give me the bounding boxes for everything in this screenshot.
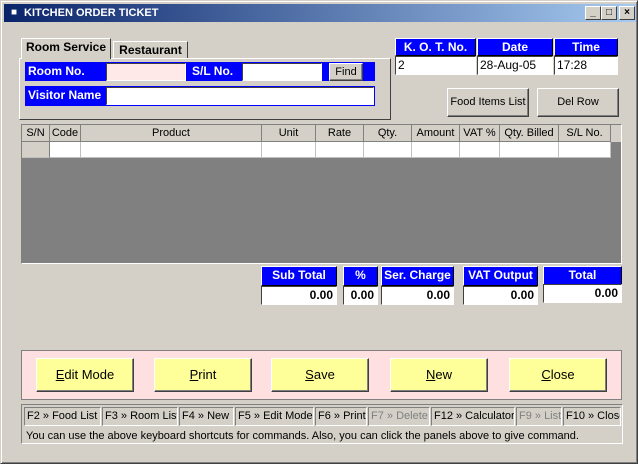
shortcut-delete: F7 » Delete	[368, 407, 430, 426]
close-mnemonic: C	[541, 367, 551, 382]
col-header-qty[interactable]: Qty.	[364, 125, 412, 142]
shortcut-new[interactable]: F4 » New	[179, 407, 234, 426]
new-mnemonic: N	[425, 367, 436, 382]
table-cell[interactable]	[460, 142, 500, 158]
new-button[interactable]: New	[390, 358, 488, 392]
minimize-button[interactable]: _	[585, 6, 601, 20]
room-service-panel: Room No. S/L No. Find Visitor Name	[19, 58, 391, 120]
find-button[interactable]: Find	[329, 63, 363, 81]
app-icon: ■	[10, 7, 18, 18]
vat-output-value: 0.00	[463, 286, 538, 305]
col-header-product[interactable]: Product	[81, 125, 262, 142]
table-cell[interactable]	[316, 142, 364, 158]
table-cell[interactable]	[22, 142, 50, 158]
tab-restaurant[interactable]: Restaurant	[113, 41, 188, 59]
col-header-vat[interactable]: VAT %	[460, 125, 500, 142]
date-value: 28-Aug-05	[477, 56, 553, 75]
table-cell[interactable]	[81, 142, 262, 158]
tab-room-service[interactable]: Room Service	[21, 38, 111, 59]
table-cell[interactable]	[412, 142, 460, 158]
table-cell[interactable]	[50, 142, 81, 158]
window-title: KITCHEN ORDER TICKET	[24, 7, 159, 19]
percent-value[interactable]: 0.00	[343, 286, 378, 305]
shortcut-edit-mode[interactable]: F5 » Edit Mode	[235, 407, 314, 426]
col-header-code[interactable]: Code	[50, 125, 81, 142]
close-window-button[interactable]: ×	[619, 6, 635, 20]
visitor-name-label: Visitor Name	[28, 88, 102, 102]
order-items-grid[interactable]: S/N Code Product Unit Rate Qty. Amount V…	[21, 124, 622, 264]
col-header-amount[interactable]: Amount	[412, 125, 460, 142]
print-button[interactable]: Print	[154, 358, 252, 392]
kot-no-value: 2	[395, 56, 476, 75]
ser-charge-label: Ser. Charge	[381, 266, 454, 286]
close-button[interactable]: Close	[509, 358, 607, 392]
vat-output-label: VAT Output	[463, 266, 538, 286]
shortcut-print[interactable]: F6 » Print	[315, 407, 367, 426]
table-cell[interactable]	[364, 142, 412, 158]
print-mnemonic: P	[189, 367, 199, 382]
shortcut-food-list[interactable]: F2 » Food List	[24, 407, 101, 426]
app-window: ■ KITCHEN ORDER TICKET _ □ × Room Servic…	[0, 0, 638, 464]
new-label: ew	[435, 367, 452, 382]
col-header-sn[interactable]: S/N	[22, 125, 50, 142]
save-label: ave	[313, 367, 335, 382]
table-cell[interactable]	[262, 142, 316, 158]
time-value: 17:28	[554, 56, 618, 75]
sub-total-value: 0.00	[261, 286, 337, 305]
room-no-input[interactable]	[106, 63, 186, 81]
total-value: 0.00	[543, 284, 622, 303]
food-items-list-button[interactable]: Food Items List	[447, 88, 529, 117]
title-bar: ■ KITCHEN ORDER TICKET _ □ ×	[4, 4, 636, 22]
col-header-unit[interactable]: Unit	[262, 125, 316, 142]
sl-no-label: S/L No.	[192, 64, 234, 78]
maximize-button[interactable]: □	[601, 6, 617, 20]
shortcut-room-list[interactable]: F3 » Room List	[102, 407, 178, 426]
save-button[interactable]: Save	[271, 358, 369, 392]
shortcut-hint-text: You can use the above keyboard shortcuts…	[26, 430, 579, 442]
shortcut-calculator[interactable]: F12 » Calculator	[431, 407, 515, 426]
action-panel: Edit Mode Print Save New Close	[21, 350, 622, 400]
del-row-button[interactable]: Del Row	[537, 88, 619, 117]
ser-charge-value: 0.00	[381, 286, 454, 305]
grid-header: S/N Code Product Unit Rate Qty. Amount V…	[22, 125, 621, 142]
total-label: Total	[543, 266, 622, 286]
room-no-label: Room No.	[28, 64, 85, 78]
date-label: Date	[477, 38, 553, 56]
sub-total-label: Sub Total	[261, 266, 337, 286]
close-label: lose	[550, 367, 575, 382]
time-label: Time	[554, 38, 618, 56]
sl-no-input[interactable]	[242, 63, 322, 81]
shortcut-list: F9 » List	[516, 407, 562, 426]
edit-mode-label: dit Mode	[64, 367, 115, 382]
col-header-sl-no[interactable]: S/L No.	[559, 125, 611, 142]
percent-label: %	[343, 266, 378, 286]
edit-mode-button[interactable]: Edit Mode	[36, 358, 134, 392]
table-cell[interactable]	[559, 142, 611, 158]
col-header-rate[interactable]: Rate	[316, 125, 364, 142]
print-label: rint	[198, 367, 217, 382]
save-mnemonic: S	[305, 367, 314, 382]
col-header-qty-billed[interactable]: Qty. Billed	[500, 125, 559, 142]
shortcut-close[interactable]: F10 » Close	[563, 407, 621, 426]
kot-no-label: K. O. T. No.	[395, 38, 476, 56]
visitor-name-input[interactable]	[106, 87, 374, 105]
table-cell[interactable]	[500, 142, 559, 158]
shortcut-panel: F2 » Food List F3 » Room List F4 » New F…	[21, 404, 623, 444]
table-row[interactable]	[22, 142, 621, 158]
